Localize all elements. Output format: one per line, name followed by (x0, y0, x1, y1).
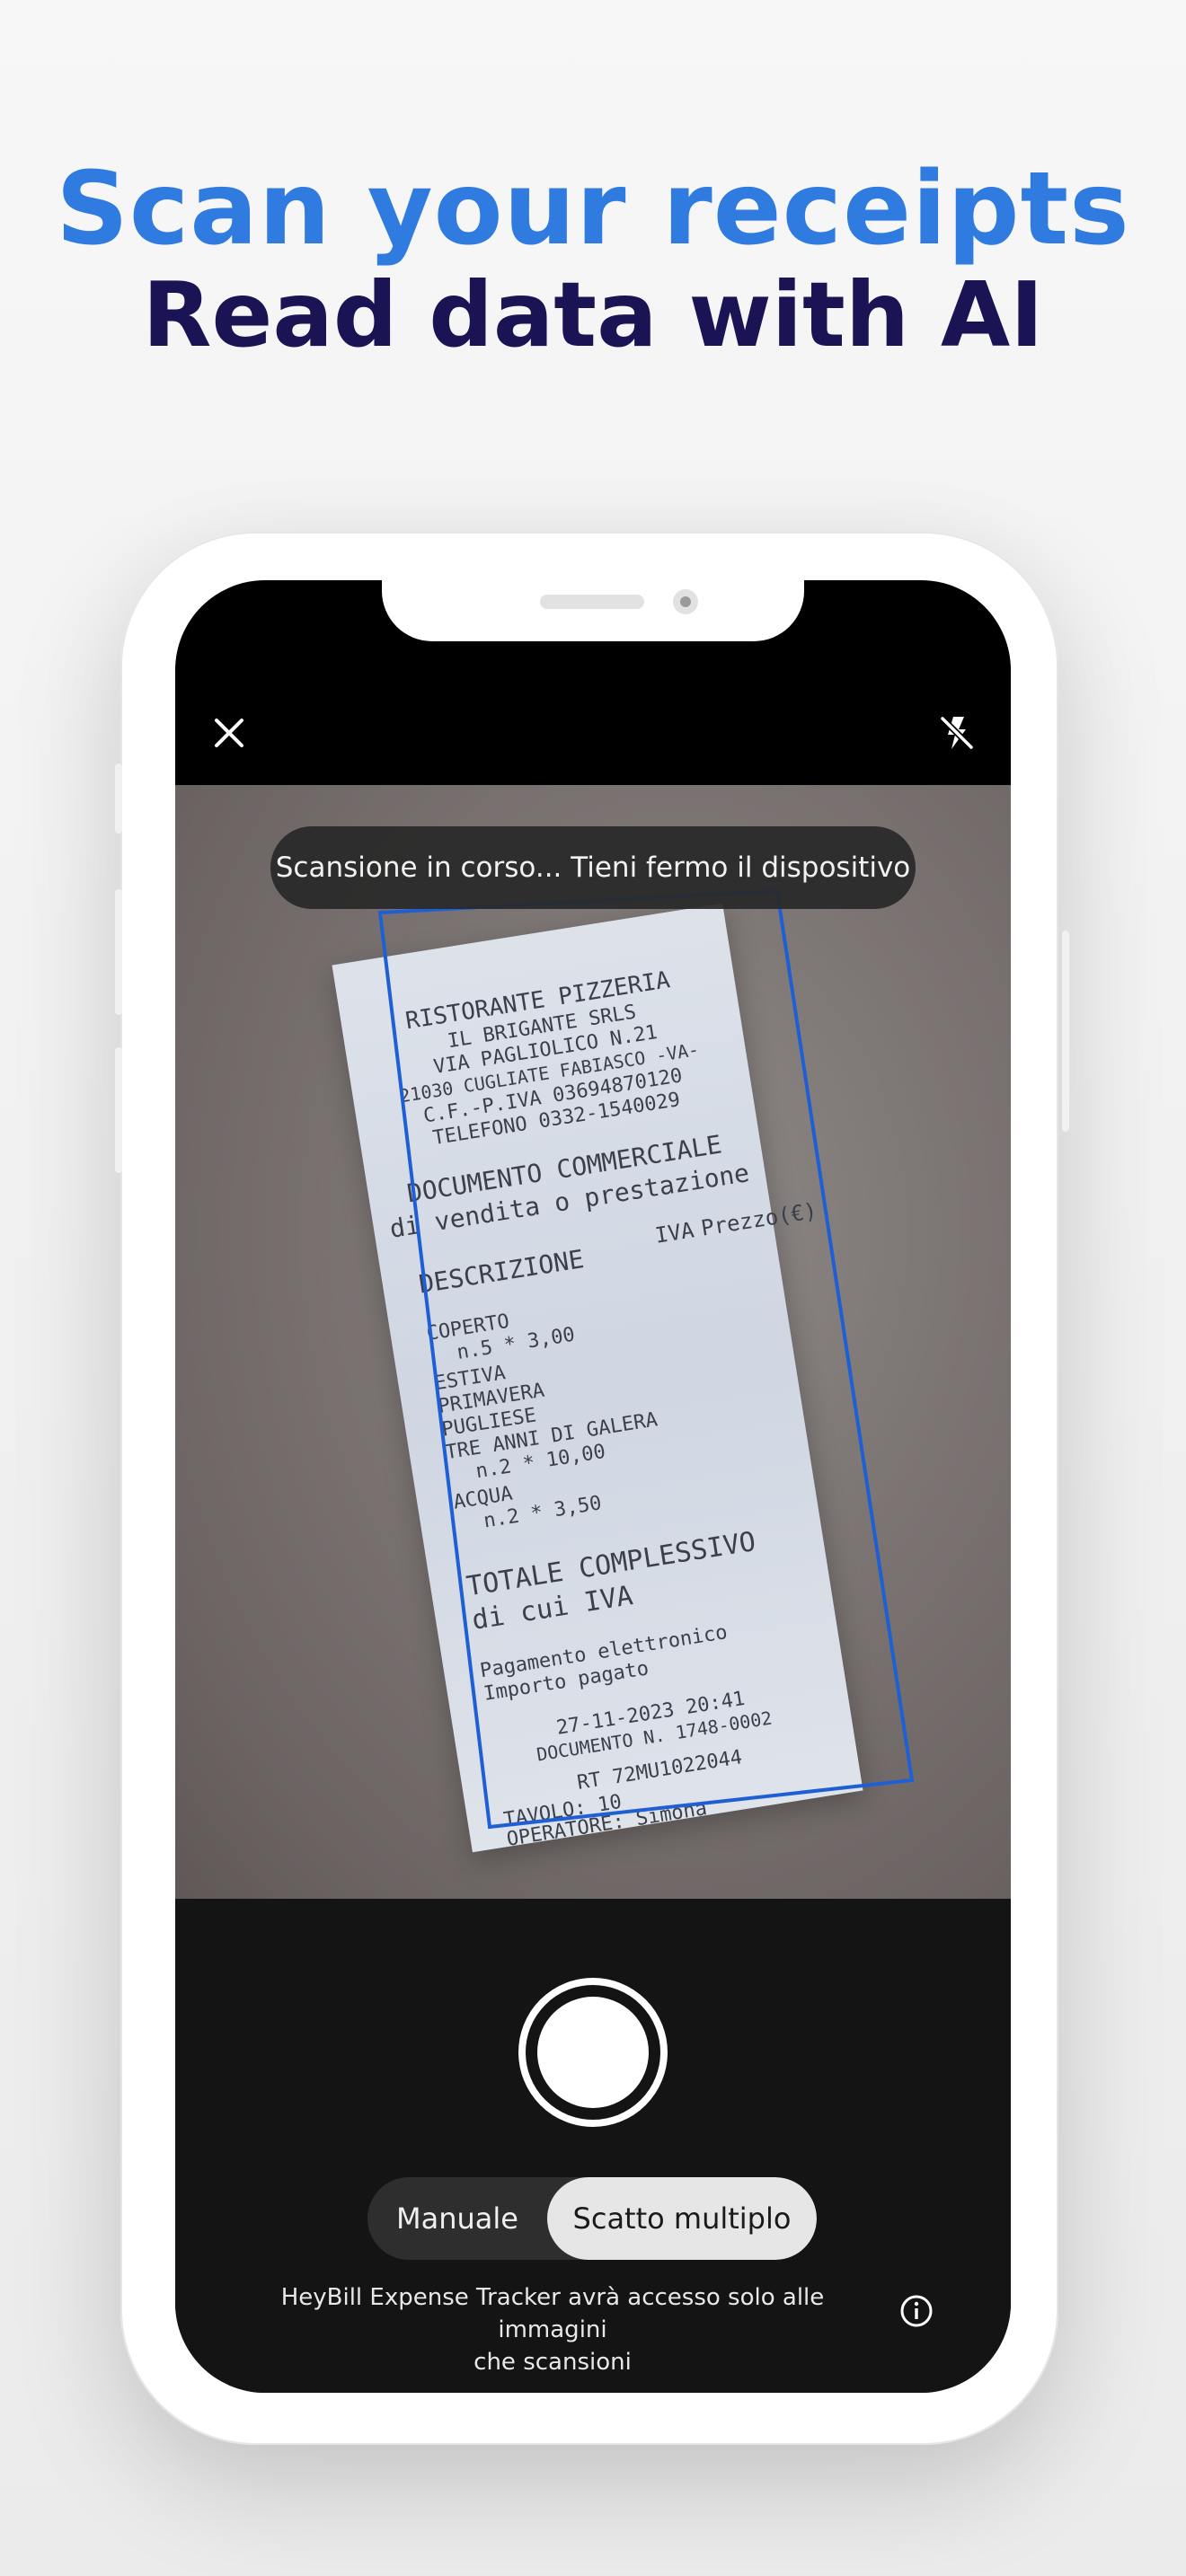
front-camera-icon (673, 589, 698, 614)
phone-side-button (115, 763, 122, 834)
access-note-line1: HeyBill Expense Tracker avrà accesso sol… (280, 2284, 825, 2343)
shutter-button[interactable] (518, 1978, 668, 2127)
flash-off-icon (939, 715, 975, 751)
access-note-line2: che scansioni (474, 2349, 632, 2376)
phone-shadow (270, 2447, 916, 2501)
phone-side-button (115, 1047, 122, 1173)
info-button[interactable] (894, 2289, 939, 2333)
speaker (540, 595, 644, 609)
close-button[interactable] (202, 706, 256, 760)
camera-controls: Manuale Scatto multiplo HeyBill Expense … (175, 1899, 1011, 2393)
phone-screen: RISTORANTE PIZZERIA IL BRIGANTE SRLS VIA… (175, 580, 1011, 2393)
info-icon (900, 2295, 933, 2327)
scan-status-toast: Scansione in corso... Tieni fermo il dis… (270, 826, 916, 909)
phone-power-button (1062, 931, 1069, 1132)
notch (382, 580, 804, 641)
mode-manual-option[interactable]: Manuale (367, 2177, 547, 2260)
close-icon (215, 719, 243, 747)
phone-side-button (115, 889, 122, 1015)
capture-mode-toggle: Manuale Scatto multiplo (367, 2177, 817, 2260)
access-note: HeyBill Expense Tracker avrà accesso sol… (229, 2281, 876, 2378)
document-detection-frame (377, 888, 915, 1830)
headline-primary: Scan your receipts (56, 151, 1130, 268)
flash-toggle-button[interactable] (930, 706, 984, 760)
camera-viewfinder[interactable]: RISTORANTE PIZZERIA IL BRIGANTE SRLS VIA… (175, 785, 1011, 1899)
headline-secondary: Read data with AI (142, 262, 1044, 367)
shutter-inner (537, 1997, 649, 2108)
mode-multi-option[interactable]: Scatto multiplo (547, 2177, 817, 2260)
